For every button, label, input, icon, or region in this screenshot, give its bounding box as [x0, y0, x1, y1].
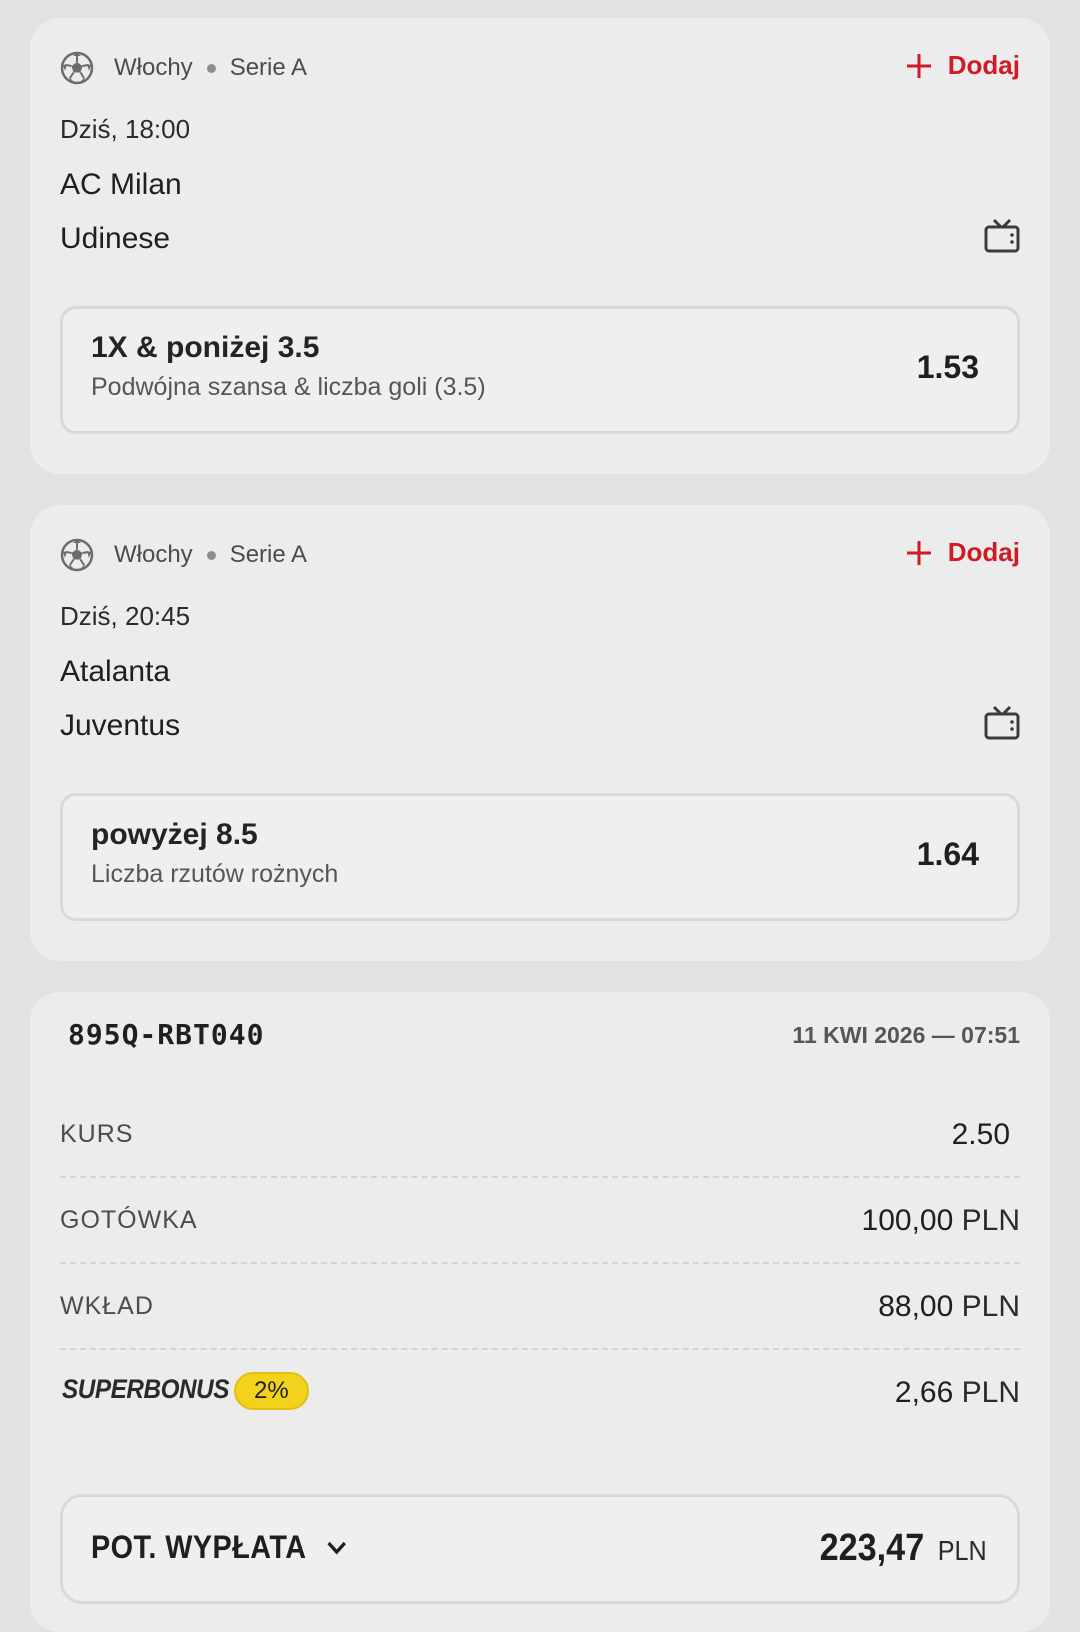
home-team[interactable]: AC Milan — [60, 168, 182, 202]
add-button-label: Dodaj — [947, 537, 1020, 567]
bet-selection[interactable]: 1X & poniżej 3.5 Podwójna szansa & liczb… — [60, 306, 1020, 434]
superbonus-amount: 2,66 — [894, 1376, 954, 1409]
away-team[interactable]: Udinese — [60, 222, 170, 256]
ticket-date: 11 KWI 2026 — 07:51 — [792, 1022, 1020, 1048]
match-time: Dziś, 20:45 — [60, 601, 191, 631]
country-label: Włochy — [114, 54, 193, 81]
add-button-label: Dodaj — [947, 50, 1020, 80]
soccer-ball-icon — [60, 538, 94, 572]
kurs-value: 2.50 — [951, 1118, 1010, 1151]
payout-label: POT. WYPŁATA — [91, 1529, 307, 1565]
bet-market-name: Podwójna szansa & liczba goli (3.5) — [91, 373, 486, 401]
superbonus-value: 2,66 PLN — [895, 1376, 1020, 1410]
league-info: Włochy Serie A — [114, 541, 307, 569]
country-label: Włochy — [114, 541, 193, 568]
wklad-value: 88,00 PLN — [878, 1290, 1020, 1324]
match-meta: Włochy Serie A Dodaj — [60, 537, 1020, 573]
league-label: Serie A — [229, 541, 308, 568]
chevron-down-icon — [327, 1541, 347, 1554]
potential-payout-toggle[interactable]: POT. WYPŁATA 223,47 PLN — [60, 1494, 1020, 1604]
plus-icon — [906, 540, 931, 565]
ticket-summary: 895Q-RBT040 11 KWI 2026 — 07:51 KURS 2.5… — [30, 992, 1050, 1632]
home-team[interactable]: Atalanta — [60, 655, 170, 689]
payout-amount: 223,47 — [819, 1527, 925, 1569]
bet-odds: 1.53 — [916, 349, 979, 385]
match-meta: Włochy Serie A Dodaj — [60, 50, 1020, 86]
gotowka-value: 100,00 PLN — [862, 1204, 1020, 1238]
ticket-id: 895Q-RBT040 — [68, 1018, 265, 1051]
wklad-amount: 88,00 — [878, 1290, 954, 1323]
tv-icon[interactable] — [984, 705, 1020, 741]
match-card: Włochy Serie A Dodaj Dziś, 20:45 Atalant… — [30, 505, 1050, 961]
payout-currency: PLN — [937, 1535, 987, 1566]
gotowka-label: GOTÓWKA — [60, 1206, 198, 1234]
wklad-label: WKŁAD — [60, 1292, 154, 1320]
league-info: Włochy Serie A — [114, 54, 307, 82]
gotowka-amount: 100,00 — [861, 1204, 954, 1237]
wklad-row: WKŁAD 88,00 PLN — [60, 1264, 1020, 1350]
tv-icon[interactable] — [984, 218, 1020, 254]
add-button[interactable]: Dodaj — [906, 50, 1020, 81]
superbonus-row: SUPERBONUS 2% 2,66 PLN — [60, 1350, 1020, 1436]
plus-icon — [906, 53, 931, 78]
superbonus-label: SUPERBONUS — [62, 1374, 229, 1404]
kurs-label: KURS — [60, 1120, 134, 1148]
add-button[interactable]: Dodaj — [906, 537, 1020, 568]
payout-value: 223,47 PLN — [808, 1527, 989, 1570]
currency-label: PLN — [961, 1376, 1020, 1409]
separator-dot — [206, 550, 216, 560]
bet-market-name: Liczba rzutów rożnych — [91, 860, 339, 888]
bet-selection-name: 1X & poniżej 3.5 — [91, 331, 320, 364]
bet-selection-name: powyżej 8.5 — [91, 818, 258, 851]
soccer-ball-icon — [60, 51, 94, 85]
away-team[interactable]: Juventus — [60, 709, 180, 743]
match-time: Dziś, 18:00 — [60, 114, 191, 144]
bet-odds: 1.64 — [916, 836, 979, 872]
superbonus-percent-badge: 2% — [234, 1372, 309, 1410]
gotowka-row: GOTÓWKA 100,00 PLN — [60, 1178, 1020, 1264]
match-card: Włochy Serie A Dodaj Dziś, 18:00 AC Mila… — [30, 18, 1050, 474]
bet-selection[interactable]: powyżej 8.5 Liczba rzutów rożnych 1.64 — [60, 793, 1020, 921]
payout-label-group: POT. WYPŁATA — [91, 1529, 348, 1566]
separator-dot — [206, 63, 216, 73]
currency-label: PLN — [961, 1204, 1020, 1237]
currency-label: PLN — [961, 1290, 1020, 1323]
kurs-row: KURS 2.50 — [60, 1092, 1020, 1178]
league-label: Serie A — [229, 54, 308, 81]
